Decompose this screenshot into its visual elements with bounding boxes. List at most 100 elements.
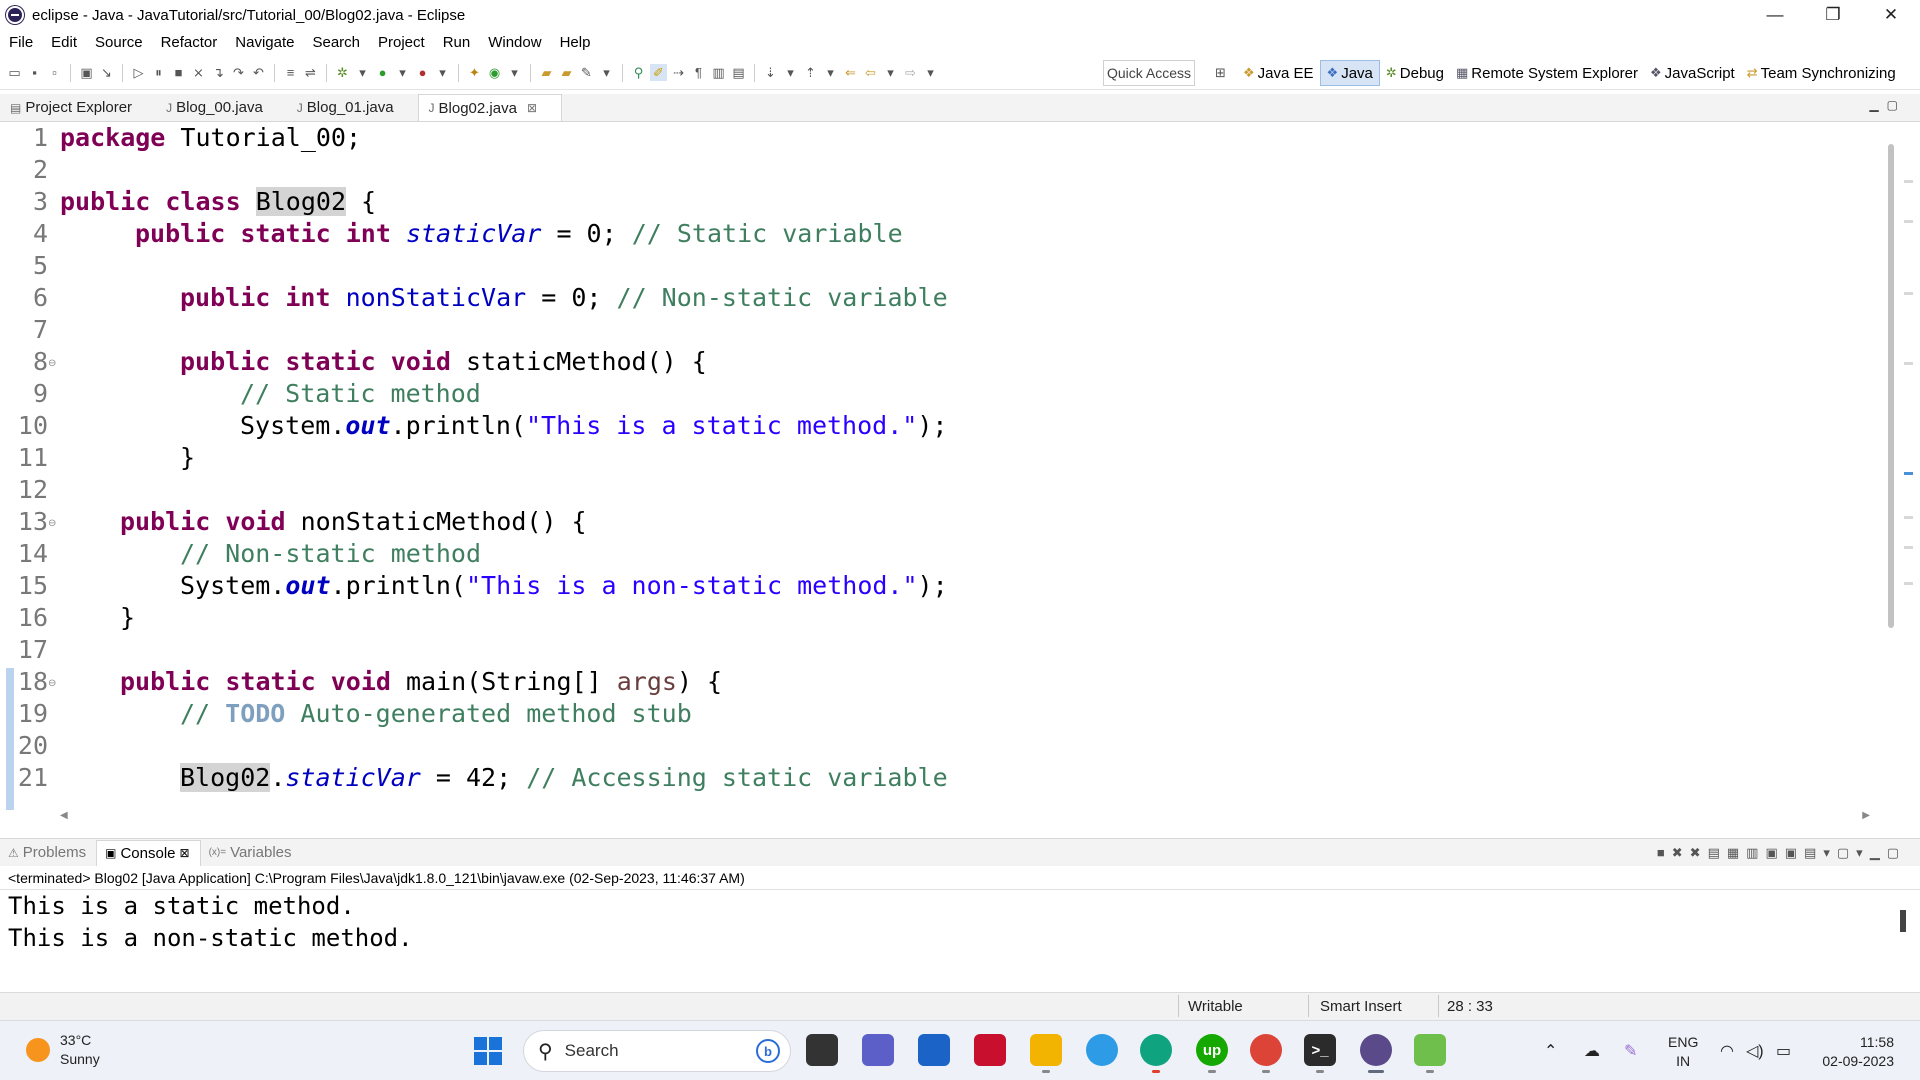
show-whitespace-icon[interactable]: ¶ xyxy=(690,64,707,81)
pin-console-icon[interactable]: ▣ xyxy=(1785,845,1804,860)
print-icon[interactable]: ▣ xyxy=(78,64,95,81)
chevron-down-icon[interactable]: ▾ xyxy=(354,64,371,81)
wifi-icon[interactable]: ◠ xyxy=(1720,1041,1734,1061)
open-console-icon[interactable]: ▢ xyxy=(1837,845,1856,860)
chevron-down-icon[interactable]: ▾ xyxy=(922,64,939,81)
next-annotation-icon[interactable]: ⇣ xyxy=(762,64,779,81)
step-into-icon[interactable]: ↴ xyxy=(210,64,227,81)
weather-widget[interactable]: 33°C Sunny xyxy=(26,1031,100,1069)
remove-launch-icon[interactable]: ✖ xyxy=(1672,845,1690,860)
perspective-java-ee[interactable]: ❖ Java EE xyxy=(1237,60,1320,86)
block-selection-icon[interactable]: ⇢ xyxy=(670,64,687,81)
highlight-icon[interactable]: ✐ xyxy=(650,64,667,81)
tab-problems[interactable]: ⚠ Problems xyxy=(0,840,96,866)
minimize-button[interactable]: — xyxy=(1746,0,1804,30)
menu-navigate[interactable]: Navigate xyxy=(226,34,303,51)
step-over-icon[interactable]: ↷ xyxy=(230,64,247,81)
tab-blog-00[interactable]: J Blog_00.java xyxy=(156,94,287,121)
chevron-down-icon[interactable]: ▾ xyxy=(822,64,839,81)
close-button[interactable]: ✕ xyxy=(1862,0,1920,30)
file-explorer-app[interactable] xyxy=(1030,1034,1062,1073)
toggle-mark-icon[interactable]: ⚲ xyxy=(630,64,647,81)
store-app[interactable] xyxy=(918,1034,950,1066)
maximize-view-icon[interactable]: ▢ xyxy=(1887,98,1906,112)
tab-blog02[interactable]: J Blog02.java ⊠ xyxy=(417,94,562,121)
menu-search[interactable]: Search xyxy=(303,34,369,51)
search-tool-icon[interactable]: ✎ xyxy=(578,64,595,81)
run-icon[interactable]: ● xyxy=(374,64,391,81)
chevron-down-icon[interactable]: ▾ xyxy=(394,64,411,81)
taskbar-search[interactable]: ⚲ Search b xyxy=(523,1030,791,1072)
close-tab-icon[interactable]: ⊠ xyxy=(527,101,537,115)
clear-console-icon[interactable]: ▤ xyxy=(1708,845,1727,860)
new-class-icon[interactable]: ◉ xyxy=(486,64,503,81)
menu-source[interactable]: Source xyxy=(86,34,152,51)
pen-icon[interactable]: ✎ xyxy=(1624,1041,1637,1061)
teams-app[interactable] xyxy=(862,1034,894,1066)
show-on-output-icon[interactable]: ▣ xyxy=(1765,845,1784,860)
menu-refactor[interactable]: Refactor xyxy=(152,34,227,51)
bing-icon[interactable]: b xyxy=(756,1039,780,1063)
skip-breakpoints-icon[interactable]: ↘ xyxy=(98,64,115,81)
edge-app[interactable] xyxy=(1140,1034,1172,1073)
chevron-down-icon[interactable]: ▾ xyxy=(598,64,615,81)
restore-button[interactable]: ❐ xyxy=(1804,0,1862,30)
chevron-down-icon[interactable]: ▾ xyxy=(882,64,899,81)
save-icon[interactable]: ▪ xyxy=(26,64,43,81)
terminal-app[interactable]: >_ xyxy=(1304,1034,1336,1073)
terminate-icon[interactable]: ■ xyxy=(170,64,187,81)
disconnect-icon[interactable]: ⨯ xyxy=(190,64,207,81)
chevron-down-icon[interactable]: ▾ xyxy=(782,64,799,81)
chevron-down-icon[interactable]: ▾ xyxy=(1856,845,1870,860)
step-return-icon[interactable]: ↶ xyxy=(250,64,267,81)
quick-access-input[interactable]: Quick Access xyxy=(1103,60,1195,86)
onedrive-icon[interactable]: ☁ xyxy=(1584,1041,1600,1061)
open-task-icon[interactable]: ▰ xyxy=(558,64,575,81)
fold-toggle-icon[interactable]: ⊖ xyxy=(48,678,56,689)
last-edit-icon[interactable]: ⇐ xyxy=(842,64,859,81)
tab-blog-01[interactable]: J Blog_01.java xyxy=(287,94,418,121)
back-icon[interactable]: ⇦ xyxy=(862,64,879,81)
scroll-left-icon[interactable]: ◀ xyxy=(60,810,68,821)
menu-window[interactable]: Window xyxy=(479,34,550,51)
new-java-project-icon[interactable]: ✦ xyxy=(466,64,483,81)
tab-variables[interactable]: (x)= Variables xyxy=(201,840,302,866)
menu-edit[interactable]: Edit xyxy=(42,34,86,51)
debug-icon[interactable]: ✲ xyxy=(334,64,351,81)
chevron-down-icon[interactable]: ▾ xyxy=(506,64,523,81)
chrome-app[interactable] xyxy=(1250,1034,1282,1073)
terminate-icon[interactable]: ■ xyxy=(1657,845,1672,860)
menu-help[interactable]: Help xyxy=(551,34,600,51)
tab-console[interactable]: ▣ Console ⊠ xyxy=(96,839,201,866)
mcafee-app[interactable] xyxy=(974,1034,1006,1066)
overview-ruler[interactable] xyxy=(1902,132,1914,772)
fold-toggle-icon[interactable]: ⊖ xyxy=(48,358,56,369)
resume-icon[interactable]: ▷ xyxy=(130,64,147,81)
external-tools-icon[interactable]: ● xyxy=(414,64,431,81)
suspend-icon[interactable]: ⏸ xyxy=(150,64,167,81)
copilot-app[interactable] xyxy=(1086,1034,1118,1066)
task-view-app[interactable] xyxy=(806,1034,838,1066)
scroll-right-icon[interactable]: ▶ xyxy=(1862,810,1870,821)
open-perspective-icon[interactable]: ⊞ xyxy=(1212,65,1229,82)
eclipse-app[interactable] xyxy=(1360,1034,1392,1073)
console-icon[interactable]: ≡ xyxy=(282,64,299,81)
perspective-debug[interactable]: ✲ Debug xyxy=(1380,60,1450,86)
upwork-app[interactable]: up xyxy=(1196,1034,1228,1073)
battery-icon[interactable]: ▭ xyxy=(1776,1041,1791,1061)
editor-horizontal-scrollbar[interactable]: ◀ ▶ xyxy=(60,810,1870,826)
perspective-team-synchronizing[interactable]: ⇄ Team Synchronizing xyxy=(1741,60,1902,86)
console-output[interactable]: This is a static method. This is a non-s… xyxy=(0,890,1900,968)
close-tab-icon[interactable]: ⊠ xyxy=(180,846,190,860)
display-console-icon[interactable]: ▤ xyxy=(1804,845,1823,860)
word-wrap-icon[interactable]: ▥ xyxy=(1746,845,1765,860)
menu-file[interactable]: File xyxy=(0,34,42,51)
menu-run[interactable]: Run xyxy=(434,34,480,51)
minimize-view-icon[interactable]: ▁ xyxy=(1870,845,1887,860)
fold-toggle-icon[interactable]: ⊖ xyxy=(48,518,56,529)
volume-icon[interactable]: ◁) xyxy=(1746,1041,1764,1061)
editor-vertical-scrollbar[interactable] xyxy=(1888,144,1894,628)
language-indicator[interactable]: ENG IN xyxy=(1668,1033,1698,1071)
console-vertical-scrollbar[interactable] xyxy=(1900,910,1906,932)
code-editor[interactable]: 1 2 3 4 5 6 7 8 9 10 11 12 13 14 15 16 1… xyxy=(0,122,1920,821)
